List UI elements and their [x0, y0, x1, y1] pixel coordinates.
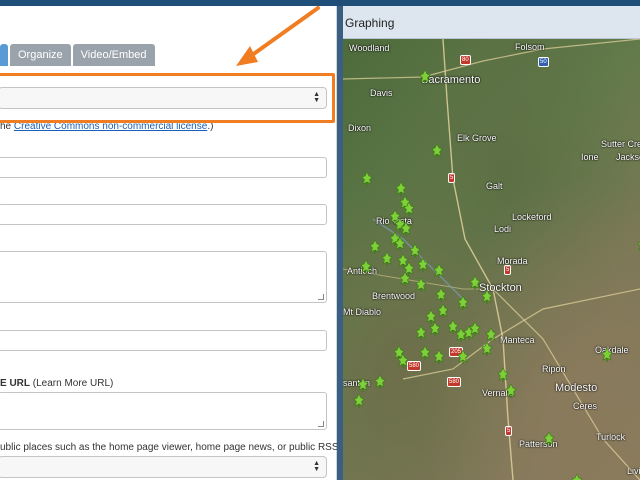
tree-marker-icon[interactable] [419, 70, 431, 84]
annotation-highlight-box [0, 73, 335, 123]
tree-marker-icon[interactable] [481, 342, 493, 356]
map-place-label: Folsom [515, 42, 545, 52]
tree-marker-icon[interactable] [435, 288, 447, 302]
public-select[interactable]: ▲ ▼ [0, 456, 327, 478]
highway-shield-icon: 5 [505, 426, 513, 436]
map-place-label: Sutter Cre [601, 139, 640, 149]
tree-marker-icon[interactable] [409, 244, 421, 258]
map-place-label: Lockeford [512, 212, 552, 222]
tree-marker-icon[interactable] [457, 296, 469, 310]
map-place-label: Galt [486, 181, 503, 191]
map-place-label: Brentwood [372, 291, 416, 301]
tree-marker-icon[interactable] [403, 202, 415, 216]
tree-marker-icon[interactable] [469, 276, 481, 290]
tree-marker-icon[interactable] [381, 252, 393, 266]
tree-marker-icon[interactable] [395, 182, 407, 196]
tree-marker-icon[interactable] [457, 350, 469, 364]
tree-marker-icon[interactable] [374, 375, 386, 389]
text-field-3[interactable] [0, 330, 327, 351]
map-place-label: Ceres [573, 401, 598, 411]
tree-marker-icon[interactable] [360, 260, 372, 274]
highway-shield-icon: 5 [448, 173, 456, 183]
map-place-label: Manteca [500, 335, 535, 345]
form-panel: Organize Video/Embed ▲ ▼ he Creative Comm… [0, 6, 378, 480]
tab-video-embed[interactable]: Video/Embed [72, 44, 155, 66]
tree-marker-icon[interactable] [369, 240, 381, 254]
tree-marker-icon[interactable] [399, 272, 411, 286]
public-places-note: ublic places such as the home page viewe… [0, 442, 378, 453]
map-place-label: Jacksor [616, 152, 640, 162]
text-field-1[interactable] [0, 157, 327, 178]
tree-marker-icon[interactable] [415, 278, 427, 292]
map-place-label: Woodland [349, 43, 390, 53]
tree-marker-icon[interactable] [417, 258, 429, 272]
map-place-label: Ione [581, 152, 599, 162]
tree-marker-icon[interactable] [400, 222, 412, 236]
map-place-label: Elk Grove [457, 133, 497, 143]
tree-marker-icon[interactable] [497, 368, 509, 382]
highway-shield-icon: 80 [460, 55, 471, 65]
tree-marker-icon[interactable] [353, 394, 365, 408]
map-place-label: Morada [497, 256, 528, 266]
highway-shield-icon: 580 [447, 377, 462, 387]
description-textarea[interactable] [0, 251, 327, 303]
resize-grip-icon[interactable] [318, 294, 324, 300]
text-field-2[interactable] [0, 204, 327, 225]
map-place-label: Turlock [596, 432, 626, 442]
map-place-label: Livi [627, 466, 640, 476]
map-view[interactable]: Woodland Folsom Sacramento Davis Dixon Elk Gr… [343, 39, 640, 480]
tree-marker-icon[interactable] [419, 346, 431, 360]
tab-bar: Organize Video/Embed [0, 44, 157, 66]
tree-marker-icon[interactable] [505, 384, 517, 398]
tree-marker-icon[interactable] [601, 348, 613, 362]
tree-marker-icon[interactable] [485, 328, 497, 342]
tree-marker-icon[interactable] [394, 237, 406, 251]
tree-marker-icon[interactable] [469, 322, 481, 336]
tree-marker-icon[interactable] [543, 432, 555, 446]
map-header: Graphing [343, 6, 640, 39]
map-place-label: Lodi [494, 224, 512, 234]
tree-marker-icon[interactable] [415, 326, 427, 340]
map-header-title: Graphing [345, 16, 395, 30]
map-place-label: Davis [370, 88, 393, 98]
learn-more-label: E URL (Learn More URL) [0, 378, 114, 389]
highway-shield-icon: 5 [504, 265, 512, 275]
tree-marker-icon[interactable] [571, 474, 583, 480]
tree-marker-icon[interactable] [397, 354, 409, 368]
tree-marker-icon[interactable] [437, 304, 449, 318]
tree-marker-icon[interactable] [361, 172, 373, 186]
highway-shield-icon: 580 [407, 361, 422, 371]
tab-active[interactable] [0, 44, 8, 66]
learn-more-url-textarea[interactable] [0, 392, 327, 430]
tree-marker-icon[interactable] [429, 322, 441, 336]
map-place-label: Dixon [348, 123, 372, 133]
tree-marker-icon[interactable] [431, 144, 443, 158]
tree-marker-icon[interactable] [433, 350, 445, 364]
map-place-label: Modesto [555, 382, 598, 394]
highway-shield-icon: 50 [538, 57, 549, 67]
tree-marker-icon[interactable] [357, 378, 369, 392]
tree-marker-icon[interactable] [433, 264, 445, 278]
resize-grip-icon[interactable] [318, 421, 324, 427]
select-arrows-icon: ▲ ▼ [313, 460, 320, 473]
map-place-label: Mt Diablo [343, 307, 382, 317]
tree-marker-icon[interactable] [481, 290, 493, 304]
map-place-label: Ripon [542, 364, 566, 374]
tab-organize[interactable]: Organize [10, 44, 71, 66]
